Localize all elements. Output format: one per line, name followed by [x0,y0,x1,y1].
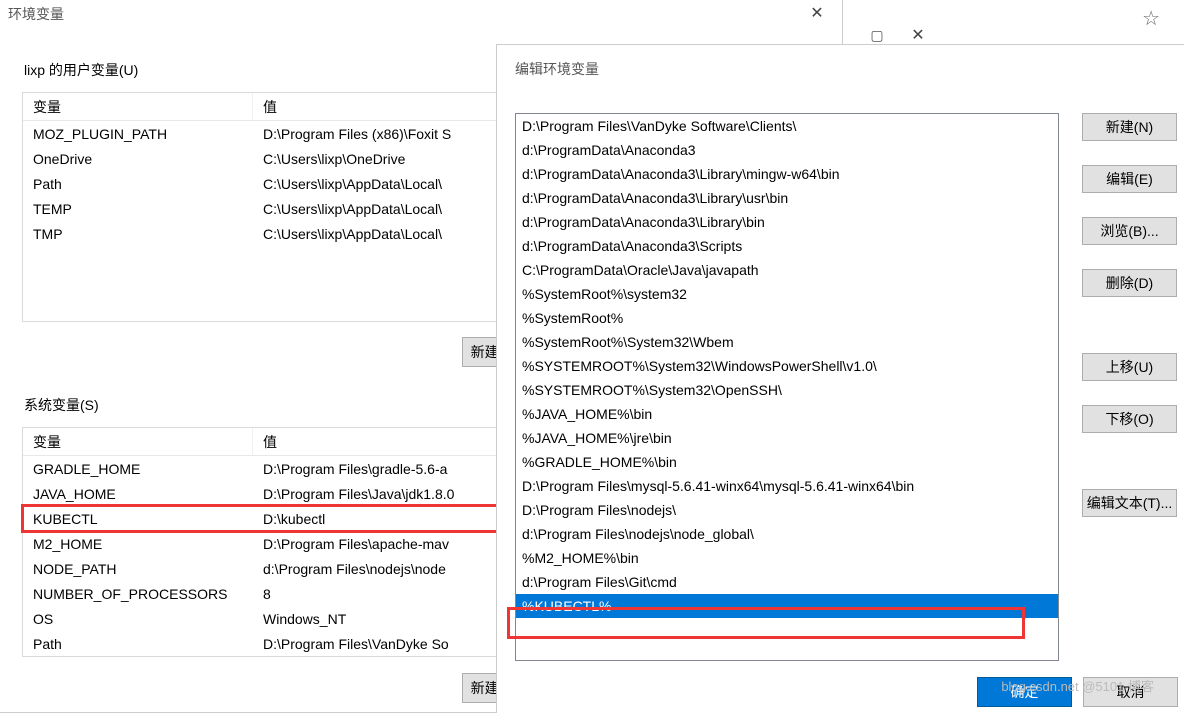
var-name: MOZ_PLUGIN_PATH [23,126,253,142]
browser-star-icon[interactable]: ☆ [1142,6,1160,31]
list-item[interactable]: %SystemRoot%\system32 [516,282,1058,306]
list-item[interactable]: d:\ProgramData\Anaconda3 [516,138,1058,162]
var-name: Path [23,636,253,652]
list-item[interactable]: d:\ProgramData\Anaconda3\Scripts [516,234,1058,258]
list-item[interactable]: d:\ProgramData\Anaconda3\Library\mingw-w… [516,162,1058,186]
var-name: JAVA_HOME [23,486,253,502]
cancel-button[interactable]: 取消 [1083,677,1178,707]
move-up-button[interactable]: 上移(U) [1082,353,1177,381]
list-item[interactable]: %SystemRoot%\System32\Wbem [516,330,1058,354]
var-name: KUBECTL [23,511,253,527]
var-name: TMP [23,226,253,242]
var-name: GRADLE_HOME [23,461,253,477]
right-button-column: 新建(N) 编辑(E) 浏览(B)... 删除(D) 上移(U) 下移(O) 编… [1082,113,1182,529]
edit-button[interactable]: 编辑(E) [1082,165,1177,193]
var-name: OS [23,611,253,627]
var-name: M2_HOME [23,536,253,552]
var-name: OneDrive [23,151,253,167]
user-vars-label: lixp 的用户变量(U) [20,60,142,80]
new-button[interactable]: 新建(N) [1082,113,1177,141]
list-item[interactable]: %SystemRoot% [516,306,1058,330]
var-name: NUMBER_OF_PROCESSORS [23,586,253,602]
list-item[interactable]: %GRADLE_HOME%\bin [516,450,1058,474]
browse-button[interactable]: 浏览(B)... [1082,217,1177,245]
list-item[interactable]: %JAVA_HOME%\bin [516,402,1058,426]
path-list[interactable]: D:\Program Files\VanDyke Software\Client… [515,113,1059,661]
list-item[interactable]: %JAVA_HOME%\jre\bin [516,426,1058,450]
edit-path-window: 编辑环境变量 D:\Program Files\VanDyke Software… [496,44,1184,713]
list-item[interactable]: d:\Program Files\nodejs\node_global\ [516,522,1058,546]
list-item[interactable]: d:\Program Files\Git\cmd [516,570,1058,594]
delete-button[interactable]: 删除(D) [1082,269,1177,297]
sys-vars-label: 系统变量(S) [20,395,103,415]
list-item[interactable]: D:\Program Files\mysql-5.6.41-winx64\mys… [516,474,1058,498]
list-item[interactable]: %SYSTEMROOT%\System32\OpenSSH\ [516,378,1058,402]
col-variable[interactable]: 变量 [23,428,253,455]
col-variable[interactable]: 变量 [23,93,253,120]
close-icon[interactable]: ✕ [794,0,840,26]
edit-text-button[interactable]: 编辑文本(T)... [1082,489,1177,517]
list-item[interactable]: C:\ProgramData\Oracle\Java\javapath [516,258,1058,282]
move-down-button[interactable]: 下移(O) [1082,405,1177,433]
edit-path-title: 编辑环境变量 [497,45,1184,89]
list-item[interactable]: %M2_HOME%\bin [516,546,1058,570]
list-item[interactable]: D:\Program Files\VanDyke Software\Client… [516,114,1058,138]
var-name: NODE_PATH [23,561,253,577]
list-item[interactable]: d:\ProgramData\Anaconda3\Library\bin [516,210,1058,234]
list-item[interactable]: D:\Program Files\nodejs\ [516,498,1058,522]
list-item[interactable]: %SYSTEMROOT%\System32\WindowsPowerShell\… [516,354,1058,378]
var-name: Path [23,176,253,192]
ok-button[interactable]: 确定 [977,677,1072,707]
list-item[interactable]: d:\ProgramData\Anaconda3\Library\usr\bin [516,186,1058,210]
var-name: TEMP [23,201,253,217]
list-item[interactable]: %KUBECTL% [516,594,1058,618]
env-vars-title: 环境变量 [0,0,842,28]
